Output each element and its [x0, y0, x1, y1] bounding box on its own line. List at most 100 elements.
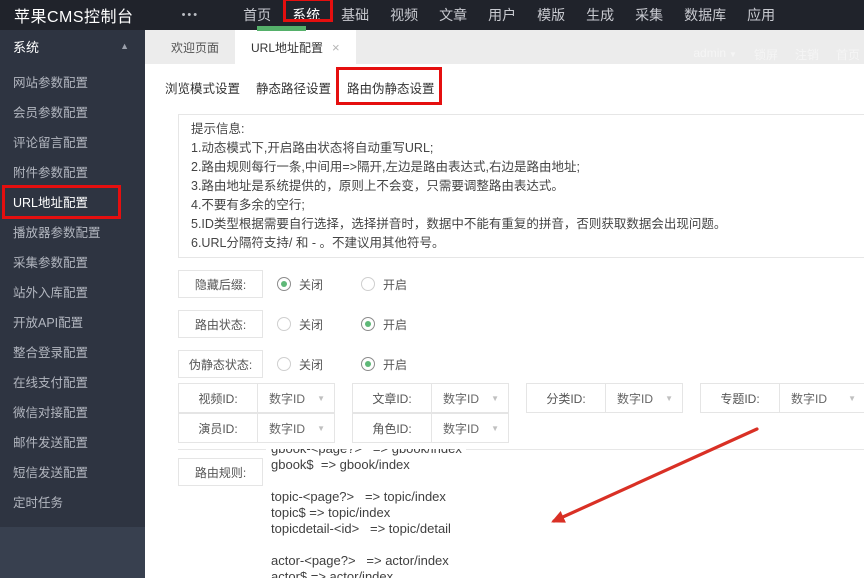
radio-option-off[interactable]: 关闭 — [277, 276, 323, 293]
chevron-down-icon: ▼ — [729, 50, 737, 59]
radio-selected-icon[interactable] — [361, 317, 376, 331]
radio-option-on[interactable]: 开启 — [361, 276, 407, 293]
field-label: 角色ID: — [372, 421, 412, 436]
id-type-dropdown[interactable]: 数字ID ▼ — [605, 384, 682, 412]
id-type-dropdown[interactable]: 数字ID ▼ — [257, 414, 334, 442]
id-select-role: 角色ID: 数字ID ▼ — [352, 413, 509, 443]
more-dots-icon[interactable]: ••• — [182, 9, 200, 21]
chevron-down-icon: ▼ — [491, 423, 499, 433]
sidebar-item-member-params[interactable]: 会员参数配置 — [0, 98, 145, 128]
sidebar-item-wechat[interactable]: 微信对接配置 — [0, 398, 145, 428]
form-row-rewrite-status: 伪静态状态: 关闭 开启 — [178, 350, 407, 378]
active-nav-indicator — [257, 26, 306, 31]
form-row-route-status: 路由状态: 关闭 开启 — [178, 310, 407, 338]
field-label: 视频ID: — [198, 391, 238, 406]
hint-line: 4.不要有多余的空行; — [191, 198, 305, 212]
form-row-route-rules: 路由规则: — [178, 458, 263, 486]
field-label: 专题ID: — [720, 391, 760, 406]
sidebar-item-player-params[interactable]: 播放器参数配置 — [0, 218, 145, 248]
nav-item-generate[interactable]: 生成 — [586, 5, 614, 25]
field-label: 伪静态状态: — [178, 350, 263, 378]
hint-title: 提示信息: — [191, 122, 245, 136]
form-row-hide-suffix: 隐藏后缀: 关闭 开启 — [178, 270, 407, 298]
user-menu-homepage[interactable]: 首页 — [836, 46, 860, 63]
id-select-category: 分类ID: 数字ID ▼ — [526, 383, 683, 413]
sidebar: 系统 ▲ 网站参数配置 会员参数配置 评论留言配置 附件参数配置 URL地址配置… — [0, 30, 145, 578]
chevron-down-icon: ▼ — [848, 393, 856, 403]
hint-line: 5.ID类型根据需要自行选择，选择拼音时，数据中不能有重复的拼音，否则获取数据会… — [191, 217, 727, 231]
sidebar-item-cron[interactable]: 定时任务 — [0, 488, 145, 518]
chevron-up-icon[interactable]: ▲ — [120, 41, 129, 51]
nav-item-system[interactable]: 系统 — [283, 0, 334, 25]
username-dropdown[interactable]: admin ▼ — [693, 46, 737, 63]
sidebar-footer-area — [0, 527, 145, 578]
hint-line: 2.路由规则每行一条,中间用=>隔开,左边是路由表达式,右边是路由地址; — [191, 160, 580, 174]
sidebar-group-header[interactable]: 系统 ▲ — [0, 30, 145, 62]
sidebar-item-integrated-login[interactable]: 整合登录配置 — [0, 338, 145, 368]
route-rules-textarea[interactable]: gbook-<page?> => gbook/index gbook$ => g… — [271, 449, 571, 578]
id-type-dropdown[interactable]: 数字ID ▼ — [431, 414, 508, 442]
nav-item-database[interactable]: 数据库 — [684, 5, 726, 25]
sidebar-item-url-config[interactable]: URL地址配置 — [0, 185, 145, 219]
id-type-dropdown[interactable]: 数字ID ▼ — [431, 384, 508, 412]
nav-item-article[interactable]: 文章 — [439, 5, 467, 25]
id-select-topic: 专题ID: 数字ID ▼ — [700, 383, 864, 413]
sidebar-item-site-params[interactable]: 网站参数配置 — [0, 68, 145, 98]
nav-item-user[interactable]: 用户 — [488, 5, 516, 25]
field-label: 文章ID: — [372, 391, 412, 406]
chevron-down-icon: ▼ — [665, 393, 673, 403]
radio-selected-icon[interactable] — [277, 277, 291, 291]
radio-option-off[interactable]: 关闭 — [277, 316, 323, 333]
id-type-dropdown[interactable]: 数字ID ▼ — [257, 384, 334, 412]
nav-item-basic[interactable]: 基础 — [341, 5, 369, 25]
sidebar-item-sms[interactable]: 短信发送配置 — [0, 458, 145, 488]
user-menu-lock[interactable]: 锁屏 — [754, 46, 778, 63]
radio-unselected-icon[interactable] — [361, 277, 376, 291]
nav-item-collect[interactable]: 采集 — [635, 5, 663, 25]
radio-selected-icon[interactable] — [361, 357, 376, 371]
id-select-actor: 演员ID: 数字ID ▼ — [178, 413, 335, 443]
radio-option-on[interactable]: 开启 — [361, 356, 407, 373]
nav-item-video[interactable]: 视频 — [390, 5, 418, 25]
radio-option-on[interactable]: 开启 — [361, 316, 407, 333]
hint-line: 6.URL分隔符支持/ 和 - 。不建议用其他符号。 — [191, 236, 445, 250]
subtab-static-path[interactable]: 静态路径设置 — [256, 78, 331, 97]
field-label: 路由状态: — [178, 310, 263, 338]
sidebar-item-online-payment[interactable]: 在线支付配置 — [0, 368, 145, 398]
sidebar-item-attachment[interactable]: 附件参数配置 — [0, 158, 145, 188]
nav-item-home[interactable]: 首页 — [243, 5, 271, 25]
nav-item-app[interactable]: 应用 — [747, 5, 775, 25]
sidebar-item-collect-params[interactable]: 采集参数配置 — [0, 248, 145, 278]
close-icon[interactable]: × — [332, 40, 340, 55]
chevron-down-icon: ▼ — [491, 393, 499, 403]
id-type-dropdown[interactable]: 数字ID ▼ — [779, 384, 864, 412]
hint-line: 3.路由地址是系统提供的，原则上不会变，只需要调整路由表达式。 — [191, 179, 564, 193]
sidebar-item-email[interactable]: 邮件发送配置 — [0, 428, 145, 458]
radio-unselected-icon[interactable] — [277, 317, 291, 331]
field-label: 路由规则: — [178, 458, 263, 486]
route-rules-content: gbook-<page?> => gbook/index gbook$ => g… — [271, 449, 462, 578]
tab-welcome[interactable]: 欢迎页面 — [155, 30, 235, 64]
id-select-article: 文章ID: 数字ID ▼ — [352, 383, 509, 413]
hint-panel: 提示信息: 1.动态模式下,开启路由状态将自动重写URL; 2.路由规则每行一条… — [178, 114, 864, 258]
radio-unselected-icon[interactable] — [277, 357, 291, 371]
sidebar-item-external-import[interactable]: 站外入库配置 — [0, 278, 145, 308]
hint-line: 1.动态模式下,开启路由状态将自动重写URL; — [191, 141, 434, 155]
radio-option-off[interactable]: 关闭 — [277, 356, 323, 373]
topbar: 苹果CMS控制台 ••• 首页 系统 基础 视频 文章 用户 模版 生成 采集 … — [0, 0, 864, 30]
sidebar-item-comment[interactable]: 评论留言配置 — [0, 128, 145, 158]
app-title: 苹果CMS控制台 — [14, 9, 134, 26]
field-label: 演员ID: — [198, 421, 238, 436]
section-divider — [178, 449, 266, 450]
tab-url-config[interactable]: URL地址配置 × — [235, 30, 356, 64]
user-menu-logout[interactable]: 注销 — [795, 46, 819, 63]
field-label: 隐藏后缀: — [178, 270, 263, 298]
nav-item-template[interactable]: 模版 — [537, 5, 565, 25]
subtab-browse-mode[interactable]: 浏览模式设置 — [165, 78, 240, 97]
sidebar-item-open-api[interactable]: 开放API配置 — [0, 308, 145, 338]
subtab-route-rewrite[interactable]: 路由伪静态设置 — [336, 66, 443, 105]
user-menu: admin ▼ 锁屏 注销 首页 — [693, 46, 860, 63]
subtab-bar: 浏览模式设置 静态路径设置 路由伪静态设置 — [145, 64, 443, 110]
top-nav: 首页 系统 基础 视频 文章 用户 模版 生成 采集 数据库 应用 — [243, 0, 775, 25]
field-label: 分类ID: — [546, 391, 586, 406]
